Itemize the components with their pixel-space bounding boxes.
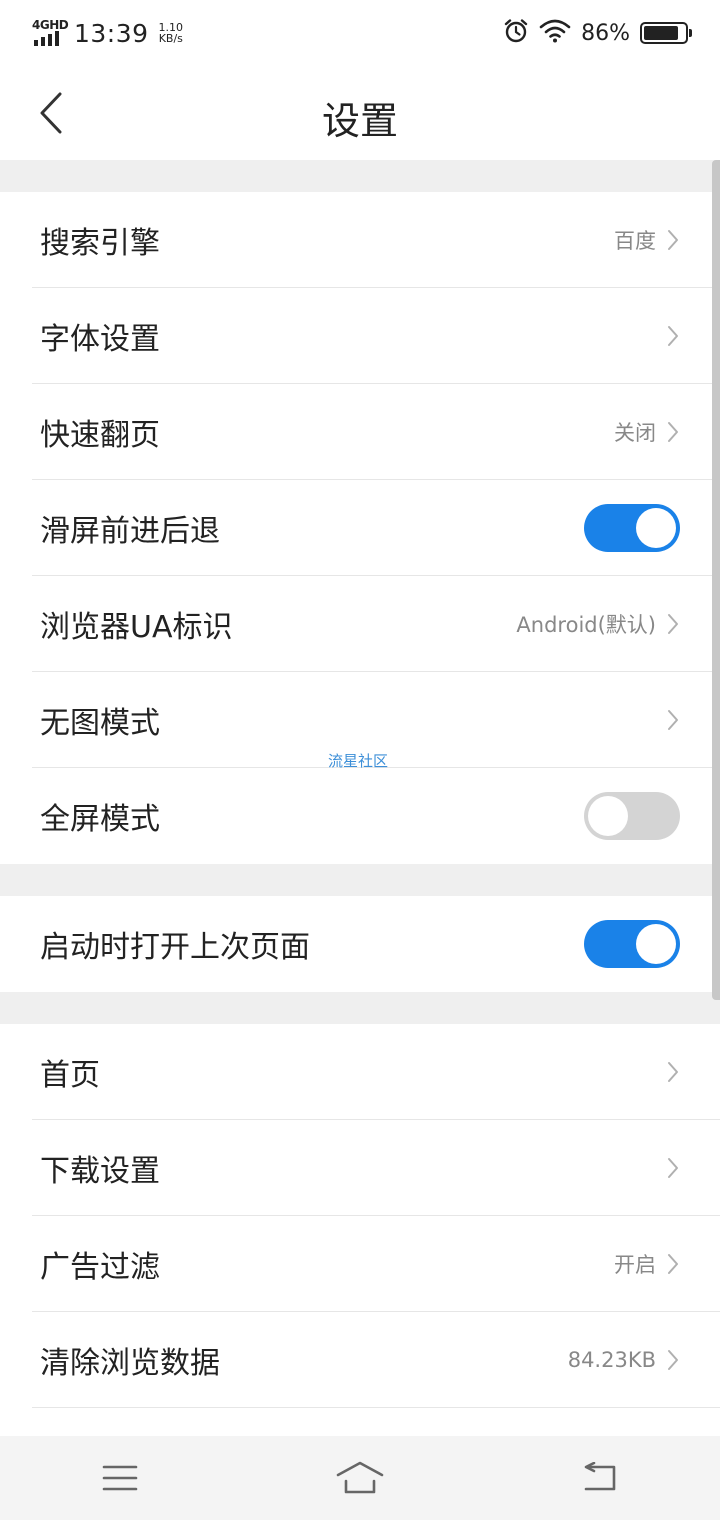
settings-section: 启动时打开上次页面 <box>0 896 720 992</box>
system-nav-bar <box>0 1436 720 1520</box>
settings-row-label: 启动时打开上次页面 <box>40 930 310 965</box>
watermark-text: 流星社区 <box>328 752 389 770</box>
settings-row[interactable]: 清除浏览数据 84.23KB <box>0 1312 720 1408</box>
settings-row-label: 滑屏前进后退 <box>40 514 220 549</box>
chevron-right-icon <box>666 324 680 348</box>
row-divider <box>32 1407 720 1408</box>
cellular-signal-icon: 4GHD <box>32 18 69 48</box>
toggle-knob <box>636 508 676 548</box>
settings-row-label: 浏览器UA标识 <box>40 610 233 645</box>
chevron-right-icon <box>666 708 680 732</box>
alarm-icon <box>503 18 529 48</box>
wifi-icon <box>539 19 571 47</box>
scrollbar[interactable] <box>712 160 720 1000</box>
network-type: 4GHD <box>32 18 69 32</box>
toggle-knob <box>588 796 628 836</box>
chevron-right-icon <box>666 1348 680 1372</box>
chevron-right-icon <box>666 612 680 636</box>
settings-row[interactable]: 快速翻页 关闭 <box>0 384 720 480</box>
settings-toggle-row[interactable]: 全屏模式 <box>0 768 720 864</box>
settings-row-value: 关闭 <box>614 421 656 445</box>
section-gap <box>0 864 720 896</box>
settings-section: 首页下载设置广告过滤 开启清除浏览数据 84.23KB <box>0 1024 720 1408</box>
toggle-switch[interactable] <box>584 920 680 968</box>
home-icon <box>336 1461 384 1494</box>
chevron-right-icon <box>666 1252 680 1276</box>
status-bar: 4GHD 13:39 1.10 KB/s 86% <box>0 0 720 66</box>
settings-row-value: 84.23KB <box>567 1348 656 1372</box>
settings-row[interactable]: 搜索引擎 百度 <box>0 192 720 288</box>
menu-icon <box>102 1465 138 1491</box>
settings-row-label: 快速翻页 <box>40 418 160 453</box>
settings-toggle-row[interactable]: 启动时打开上次页面 <box>0 896 720 992</box>
battery-fill <box>644 26 679 40</box>
settings-row-label: 全屏模式 <box>40 802 160 837</box>
back-nav-button[interactable] <box>560 1448 640 1508</box>
settings-row-label: 字体设置 <box>40 322 160 357</box>
battery-percent: 86% <box>581 20 630 46</box>
chevron-right-icon <box>666 420 680 444</box>
toggle-knob <box>636 924 676 964</box>
toggle-switch[interactable] <box>584 792 680 840</box>
settings-row-label: 搜索引擎 <box>40 226 160 261</box>
settings-row-label: 广告过滤 <box>40 1250 160 1285</box>
settings-row[interactable]: 浏览器UA标识 Android(默认) <box>0 576 720 672</box>
settings-row-value: 开启 <box>614 1253 656 1277</box>
network-speed-unit: KB/s <box>158 32 183 45</box>
network-speed: 1.10 KB/s <box>159 22 184 44</box>
settings-row[interactable]: 字体设置 <box>0 288 720 384</box>
back-icon <box>584 1462 616 1491</box>
app-header: 设置 <box>0 66 720 160</box>
chevron-right-icon <box>666 228 680 252</box>
section-gap <box>0 992 720 1024</box>
toggle-switch[interactable] <box>584 504 680 552</box>
settings-row[interactable]: 广告过滤 开启 <box>0 1216 720 1312</box>
settings-list: 搜索引擎 百度字体设置快速翻页 关闭滑屏前进后退 浏览器UA标识 Android(默认)… <box>0 160 720 1408</box>
settings-row-label: 无图模式 <box>40 706 160 741</box>
chevron-right-icon <box>666 1156 680 1180</box>
page-title: 设置 <box>321 99 398 143</box>
settings-row-value: Android(默认) <box>516 613 656 637</box>
battery-icon <box>640 22 692 44</box>
settings-row-label: 下载设置 <box>40 1154 160 1189</box>
chevron-right-icon <box>666 1060 680 1084</box>
settings-toggle-row[interactable]: 滑屏前进后退 <box>0 480 720 576</box>
settings-row-value: 百度 <box>614 229 656 253</box>
settings-row-label: 首页 <box>40 1058 100 1093</box>
settings-row[interactable]: 首页 <box>0 1024 720 1120</box>
menu-button[interactable] <box>80 1448 160 1508</box>
section-gap <box>0 160 720 192</box>
settings-row[interactable]: 下载设置 <box>0 1120 720 1216</box>
settings-row-label: 清除浏览数据 <box>40 1346 220 1381</box>
home-button[interactable] <box>320 1448 400 1508</box>
status-time: 13:39 <box>74 18 149 48</box>
